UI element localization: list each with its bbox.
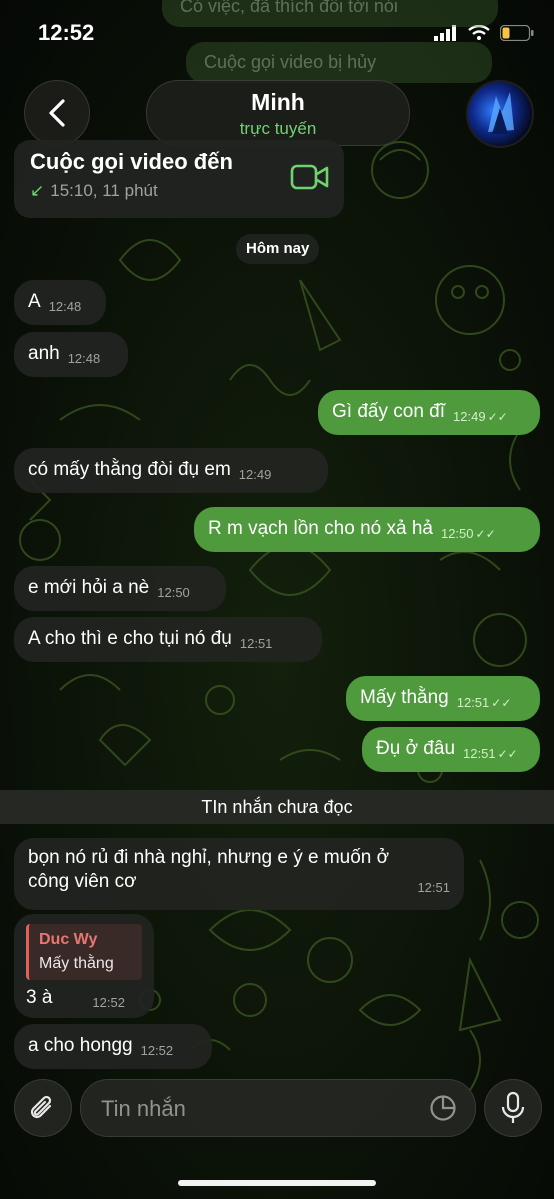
message-time: 12:48	[67, 351, 101, 366]
message-input[interactable]	[99, 1080, 413, 1138]
reply-author: Duc Wy	[39, 931, 98, 948]
reply-quote[interactable]: Duc Wy Mấy thằng	[26, 924, 142, 980]
unread-messages-divider: TIn nhắn chưa đọc	[0, 790, 554, 824]
message-text: Đụ ở đâu	[376, 738, 456, 759]
message-incoming[interactable]: e mới hỏi a nè 12:50	[14, 566, 226, 611]
microphone-button[interactable]	[484, 1079, 542, 1137]
online-status: trực tuyến	[239, 119, 317, 138]
back-button[interactable]	[24, 80, 90, 146]
message-text: A	[28, 291, 41, 312]
paperclip-icon	[30, 1095, 52, 1119]
call-time: 15:10, 11 phút	[50, 181, 158, 200]
ghost-message: Cuộc gọi video bị hủy	[186, 42, 492, 83]
chevron-left-icon	[49, 99, 65, 127]
signal-icon	[434, 25, 456, 41]
message-time: 12:51	[456, 695, 490, 710]
message-text: Mấy thằng	[360, 687, 449, 708]
incoming-video-call-card[interactable]: Cuộc gọi video đến ↙ 15:10, 11 phút	[14, 140, 344, 218]
avatar-image	[488, 92, 514, 134]
read-check-icon: ✓✓	[475, 527, 496, 541]
ghost-message: Có việc, đã thích đối tới nói	[162, 0, 498, 27]
message-outgoing[interactable]: Đụ ở đâu 12:51 ✓✓	[362, 727, 540, 772]
message-text: 3 à	[26, 987, 53, 1008]
message-outgoing[interactable]: Mấy thằng 12:51 ✓✓	[346, 676, 540, 721]
message-text-line: công viên cơ	[28, 871, 137, 892]
message-text: anh	[28, 343, 60, 364]
message-text-line: bọn nó rủ đi nhà nghỉ, nhưng e ý e muốn …	[28, 847, 390, 868]
message-incoming[interactable]: bọn nó rủ đi nhà nghỉ, nhưng e ý e muốn …	[14, 838, 464, 910]
attach-button[interactable]	[14, 1079, 72, 1137]
call-detail: ↙ 15:10, 11 phút	[30, 181, 158, 201]
call-title: Cuộc gọi video đến	[30, 149, 233, 174]
message-outgoing[interactable]: R m vạch lồn cho nó xả hả 12:50 ✓✓	[194, 507, 540, 552]
message-text: R m vạch lồn cho nó xả hả	[208, 518, 433, 539]
message-time: 12:48	[48, 299, 82, 314]
message-incoming-reply[interactable]: Duc Wy Mấy thằng 3 à 12:52	[14, 914, 154, 1018]
message-time: 12:52	[140, 1043, 174, 1058]
message-time: 12:51	[417, 880, 450, 895]
message-text: A cho thì e cho tụi nó đụ	[28, 628, 232, 649]
message-time: 12:51	[239, 636, 273, 651]
message-incoming[interactable]: A 12:48	[14, 280, 106, 325]
read-check-icon: ✓✓	[497, 747, 518, 761]
microphone-icon	[501, 1091, 525, 1123]
message-text: a cho hongg	[28, 1035, 133, 1056]
message-outgoing[interactable]: Gì đấy con đĩ 12:49 ✓✓	[318, 390, 540, 435]
message-incoming[interactable]: anh 12:48	[14, 332, 128, 377]
wifi-icon	[468, 25, 490, 40]
message-incoming[interactable]: A cho thì e cho tụi nó đụ 12:51	[14, 617, 322, 662]
battery-icon	[500, 25, 534, 41]
status-time: 12:52	[38, 20, 95, 45]
message-time: 12:51	[463, 746, 496, 761]
message-time: 12:52	[92, 995, 125, 1010]
sticker-icon[interactable]	[429, 1094, 457, 1122]
date-separator: Hôm nay	[236, 234, 320, 264]
message-input-container[interactable]	[80, 1079, 476, 1138]
message-time: 12:50	[157, 585, 190, 600]
message-text: có mấy thằng đòi đụ em	[28, 459, 231, 480]
message-time: 12:49	[238, 467, 272, 482]
message-time: 12:49	[453, 409, 486, 424]
avatar[interactable]	[466, 80, 534, 148]
incoming-arrow-icon: ↙	[30, 181, 45, 200]
message-incoming[interactable]: a cho hongg 12:52	[14, 1024, 212, 1069]
read-check-icon: ✓✓	[491, 696, 512, 710]
message-incoming[interactable]: có mấy thằng đòi đụ em 12:49	[14, 448, 328, 493]
read-check-icon: ✓✓	[487, 410, 508, 424]
reply-text: Mấy thằng	[39, 955, 114, 972]
contact-name: Minh	[251, 89, 305, 115]
chat-title[interactable]: Minh trực tuyến	[146, 80, 410, 146]
message-text: e mới hỏi a nè	[28, 577, 150, 598]
message-time: 12:50	[440, 526, 474, 541]
video-camera-icon[interactable]	[290, 162, 330, 192]
home-indicator	[178, 1180, 376, 1186]
message-text: Gì đấy con đĩ	[332, 401, 446, 422]
